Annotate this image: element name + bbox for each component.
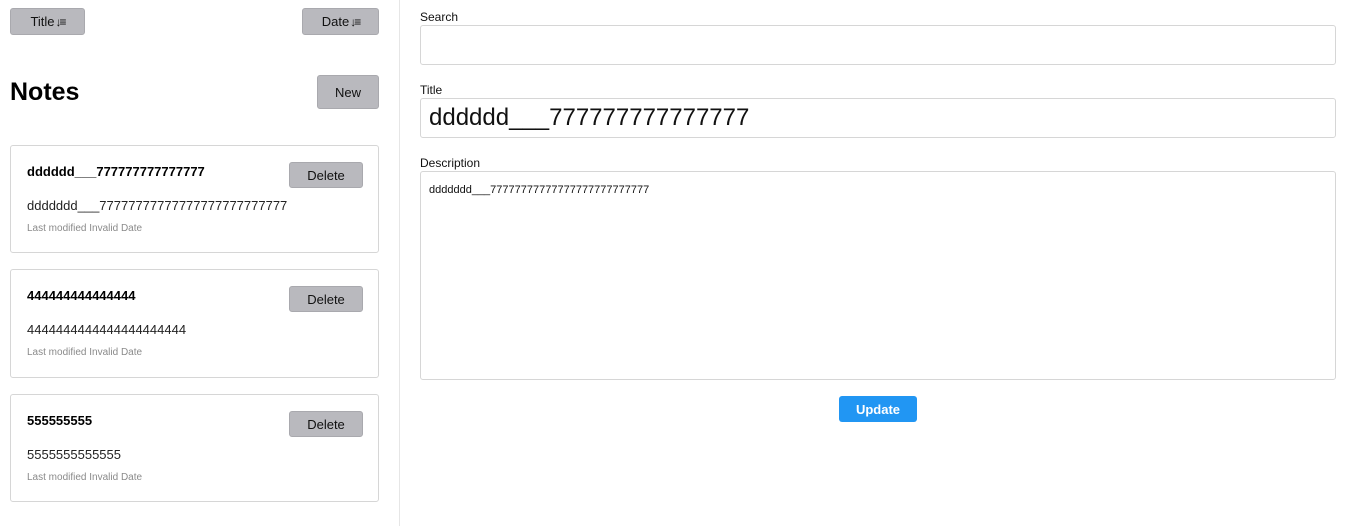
note-title: dddddd___777777777777777: [27, 164, 205, 179]
sort-title-label: Title: [30, 14, 55, 29]
note-card[interactable]: 444444444444444 Delete 44444444444444444…: [10, 269, 379, 378]
note-title: 555555555: [27, 413, 93, 428]
sort-by-date-button[interactable]: Date ↓≡: [302, 8, 379, 35]
note-description: 4444444444444444444444: [27, 322, 187, 337]
note-modified: Last modified Invalid Date: [27, 347, 143, 358]
note-description: 5555555555555: [27, 447, 121, 462]
note-title: 444444444444444: [27, 288, 136, 303]
description-label: Description: [420, 156, 481, 170]
title-label: Title: [420, 83, 443, 97]
sort-descending-icon: ↓≡: [350, 14, 361, 29]
description-textarea[interactable]: ddddddd___77777777777777777777777777: [420, 171, 1336, 380]
sort-by-title-button[interactable]: Title ↓≡: [10, 8, 85, 35]
note-card[interactable]: dddddd___777777777777777 Delete ddddddd_…: [10, 145, 379, 253]
search-label: Search: [420, 10, 459, 24]
notes-heading: Notes: [10, 78, 80, 106]
title-input[interactable]: [420, 98, 1336, 138]
delete-note-button[interactable]: Delete: [289, 286, 363, 312]
note-modified: Last modified Invalid Date: [27, 472, 143, 483]
delete-note-button[interactable]: Delete: [289, 411, 363, 437]
note-modified: Last modified Invalid Date: [27, 223, 143, 234]
search-input[interactable]: [420, 25, 1336, 65]
notes-app: Title ↓≡ Date ↓≡ Notes New dddddd___7777…: [0, 0, 1353, 526]
sidebar: Title ↓≡ Date ↓≡ Notes New dddddd___7777…: [0, 0, 400, 526]
update-button[interactable]: Update: [839, 396, 917, 422]
sort-date-label: Date: [321, 14, 350, 29]
note-description: ddddddd___77777777777777777777777777: [27, 198, 288, 213]
new-note-button[interactable]: New: [317, 75, 379, 109]
delete-note-button[interactable]: Delete: [289, 162, 363, 188]
note-editor: Search Title Description ddddddd___77777…: [420, 0, 1336, 526]
sort-descending-icon: ↓≡: [55, 14, 67, 29]
note-card[interactable]: 555555555 Delete 5555555555555 Last modi…: [10, 394, 379, 502]
